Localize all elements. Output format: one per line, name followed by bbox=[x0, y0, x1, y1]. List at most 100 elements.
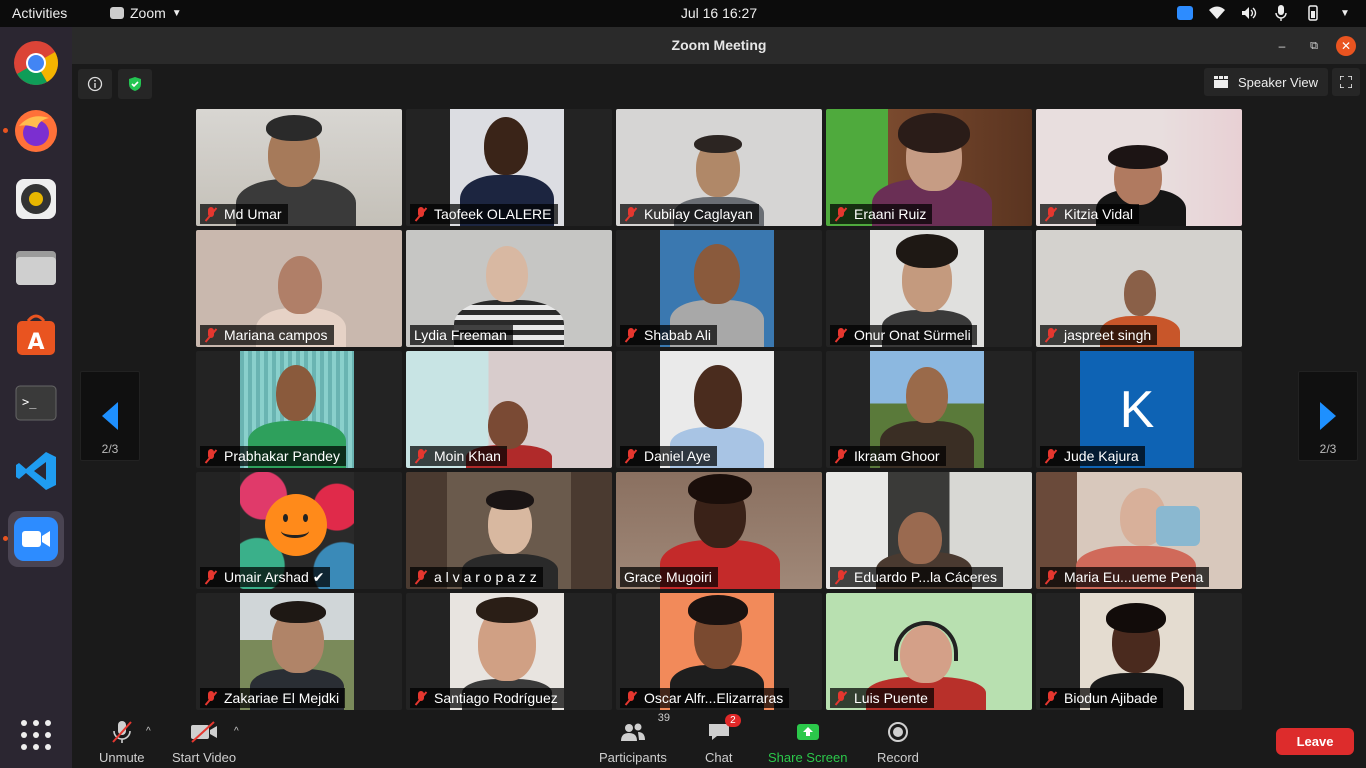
muted-mic-icon bbox=[414, 691, 428, 705]
start-video-label: Start Video bbox=[172, 750, 237, 765]
participant-name-tag: Oscar Alfr...Elizarraras bbox=[620, 688, 790, 708]
arrow-right-icon bbox=[1320, 402, 1336, 430]
speaker-view-button[interactable]: Speaker View bbox=[1204, 68, 1328, 96]
rhythmbox-icon[interactable] bbox=[8, 171, 64, 227]
participant-tile[interactable]: Onur Onat Sürmeli bbox=[826, 230, 1032, 347]
participant-tile[interactable]: K Jude Kajura bbox=[1036, 351, 1242, 468]
vscode-icon[interactable] bbox=[8, 443, 64, 499]
muted-mic-icon bbox=[414, 207, 428, 221]
participant-tile[interactable]: Oscar Alfr...Elizarraras bbox=[616, 593, 822, 710]
zoom-meeting-window: Zoom Meeting – ⧉ ✕ Speaker View 2/3 2/3 bbox=[72, 27, 1366, 768]
participant-name-tag: Moin Khan bbox=[410, 446, 507, 466]
encryption-shield-button[interactable] bbox=[118, 69, 152, 99]
muted-mic-icon bbox=[624, 328, 638, 342]
participant-name-tag: Jude Kajura bbox=[1040, 446, 1145, 466]
page-indicator: 2/3 bbox=[1319, 442, 1337, 456]
participant-tile[interactable]: Lydia Freeman bbox=[406, 230, 612, 347]
mug bbox=[1156, 506, 1200, 546]
next-page-button[interactable]: 2/3 bbox=[1298, 371, 1358, 461]
participant-name: Oscar Alfr...Elizarraras bbox=[644, 690, 784, 706]
participant-tile[interactable]: Luis Puente bbox=[826, 593, 1032, 710]
muted-mic-icon bbox=[204, 328, 218, 342]
fullscreen-button[interactable] bbox=[1332, 68, 1360, 96]
muted-mic-icon bbox=[1044, 328, 1058, 342]
share-screen-button[interactable]: Share Screen bbox=[768, 720, 848, 765]
participant-tile[interactable]: Daniel Aye bbox=[616, 351, 822, 468]
power-menu-icon[interactable]: ▼ bbox=[1336, 4, 1354, 22]
participant-name: Jude Kajura bbox=[1064, 448, 1139, 464]
firefox-icon[interactable] bbox=[8, 103, 64, 159]
participants-icon: 39 bbox=[620, 712, 670, 744]
unmute-button[interactable]: Unmute bbox=[99, 720, 145, 765]
leave-button[interactable]: Leave bbox=[1276, 728, 1354, 755]
participant-tile[interactable]: Maria Eu...ueme Pena bbox=[1036, 472, 1242, 589]
clock[interactable]: Jul 16 16:27 bbox=[0, 5, 1366, 21]
minimize-button[interactable]: – bbox=[1272, 36, 1292, 56]
participant-tile[interactable]: Ikraam Ghoor bbox=[826, 351, 1032, 468]
participant-name: Maria Eu...ueme Pena bbox=[1064, 569, 1204, 585]
maximize-button[interactable]: ⧉ bbox=[1304, 36, 1324, 56]
participant-tile[interactable]: Santiago Rodríguez bbox=[406, 593, 612, 710]
arrow-left-icon bbox=[102, 402, 118, 430]
participant-name-tag: Lydia Freeman bbox=[410, 325, 513, 345]
files-icon[interactable] bbox=[8, 239, 64, 295]
participant-tile[interactable]: Md Umar bbox=[196, 109, 402, 226]
window-titlebar[interactable]: Zoom Meeting – ⧉ ✕ bbox=[72, 27, 1366, 64]
close-button[interactable]: ✕ bbox=[1336, 36, 1356, 56]
participant-name: Luis Puente bbox=[854, 690, 928, 706]
participant-name-tag: Shabab Ali bbox=[620, 325, 717, 345]
video-options-caret-icon[interactable]: ^ bbox=[234, 726, 239, 737]
participant-tile[interactable]: Eraani Ruiz bbox=[826, 109, 1032, 226]
zoom-tray-icon[interactable] bbox=[1176, 4, 1194, 22]
participants-button[interactable]: 39 Participants bbox=[599, 712, 670, 765]
microphone-icon[interactable] bbox=[1272, 4, 1290, 22]
participant-name: Umair Arshad ✔ bbox=[224, 568, 325, 585]
system-tray[interactable]: ▼ bbox=[1176, 4, 1354, 22]
participant-name: Md Umar bbox=[224, 206, 282, 222]
terminal-icon[interactable]: >_ bbox=[8, 375, 64, 431]
show-applications-icon[interactable] bbox=[8, 707, 64, 763]
zoom-dock-icon[interactable] bbox=[8, 511, 64, 567]
avatar-initial: K bbox=[1119, 380, 1155, 439]
participant-tile[interactable]: Taofeek OLALERE bbox=[406, 109, 612, 226]
volume-icon[interactable] bbox=[1240, 4, 1258, 22]
participant-tile[interactable]: Umair Arshad ✔ bbox=[196, 472, 402, 589]
participant-tile[interactable]: Eduardo P...la Cáceres bbox=[826, 472, 1032, 589]
participant-tile[interactable]: Kubilay Caglayan bbox=[616, 109, 822, 226]
meeting-info-button[interactable] bbox=[78, 69, 112, 99]
muted-mic-icon bbox=[204, 570, 218, 584]
participant-name: Daniel Aye bbox=[644, 448, 711, 464]
wifi-icon[interactable] bbox=[1208, 4, 1226, 22]
start-video-button[interactable]: Start Video bbox=[172, 720, 236, 765]
record-button[interactable]: Record bbox=[877, 720, 919, 765]
participant-tile[interactable]: Prabhakar Pandey bbox=[196, 351, 402, 468]
participant-tile[interactable]: Shabab Ali bbox=[616, 230, 822, 347]
chat-label: Chat bbox=[705, 750, 733, 765]
svg-text:A: A bbox=[27, 330, 44, 355]
participant-tile[interactable]: Biodun Ajibade bbox=[1036, 593, 1242, 710]
participant-tile[interactable]: Mariana campos bbox=[196, 230, 402, 347]
fullscreen-icon bbox=[1340, 76, 1352, 88]
muted-mic-icon bbox=[204, 207, 218, 221]
software-center-icon[interactable]: A bbox=[8, 307, 64, 363]
participant-name: Mariana campos bbox=[224, 327, 328, 343]
previous-page-button[interactable]: 2/3 bbox=[80, 371, 140, 461]
participant-tile[interactable]: Zakariae El Mejdki bbox=[196, 593, 402, 710]
participant-tile[interactable]: a l v a r o p a z z bbox=[406, 472, 612, 589]
participant-name: Eraani Ruiz bbox=[854, 206, 927, 222]
chat-button[interactable]: 2 Chat bbox=[705, 714, 741, 765]
participant-name: Kitzia Vidal bbox=[1064, 206, 1134, 222]
participant-tile[interactable]: Kitzia Vidal bbox=[1036, 109, 1242, 226]
battery-icon[interactable] bbox=[1304, 4, 1322, 22]
participant-name: jaspreet singh bbox=[1064, 327, 1152, 343]
muted-mic-icon bbox=[834, 207, 848, 221]
audio-options-caret-icon[interactable]: ^ bbox=[146, 726, 151, 737]
participant-name-tag: Grace Mugoiri bbox=[620, 567, 718, 587]
participants-count: 39 bbox=[657, 712, 670, 724]
chrome-icon[interactable] bbox=[8, 35, 64, 91]
muted-mic-icon bbox=[1044, 207, 1058, 221]
participant-tile[interactable]: jaspreet singh bbox=[1036, 230, 1242, 347]
participant-tile-active-speaker[interactable]: Grace Mugoiri bbox=[616, 472, 822, 589]
participant-tile[interactable]: Moin Khan bbox=[406, 351, 612, 468]
participant-name-tag: Biodun Ajibade bbox=[1040, 688, 1164, 708]
